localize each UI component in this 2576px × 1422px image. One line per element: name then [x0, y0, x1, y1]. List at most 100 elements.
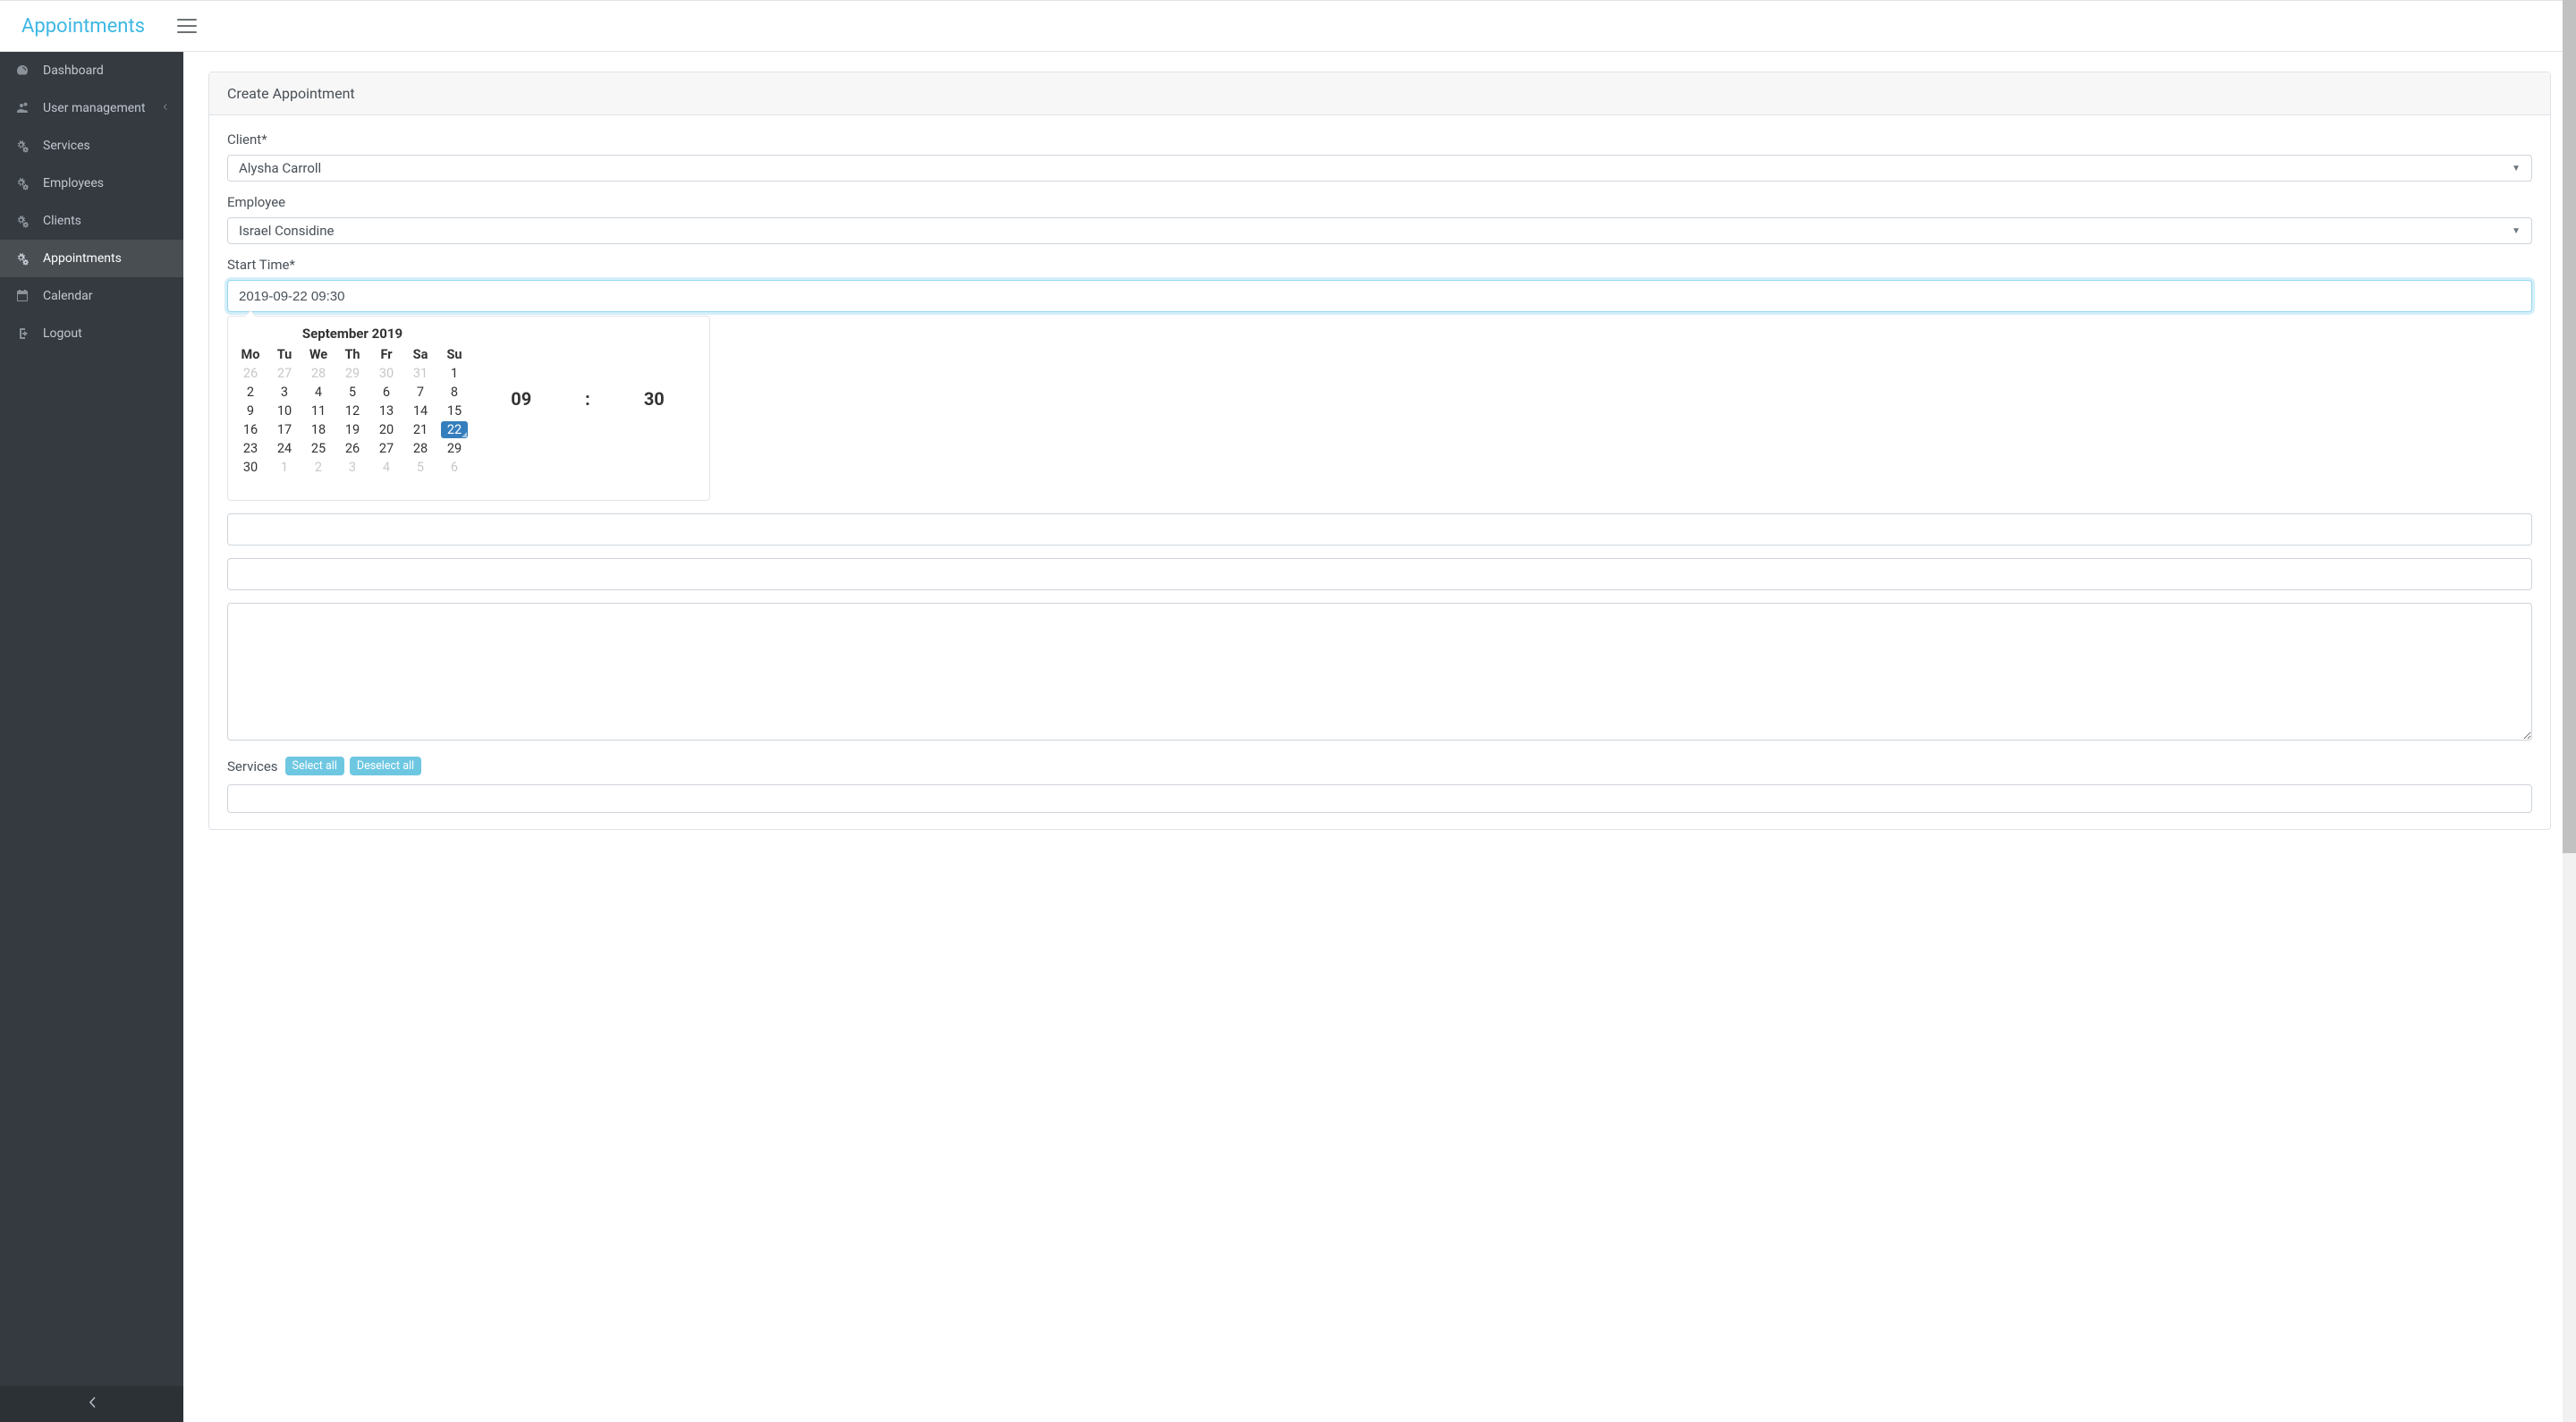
calendar-day[interactable]: 1	[437, 364, 471, 383]
calendar-day[interactable]: 1	[267, 458, 301, 477]
employee-label: Employee	[227, 194, 2532, 210]
sidebar-collapse[interactable]	[0, 1386, 183, 1422]
calendar-day[interactable]: 21	[403, 420, 437, 439]
calendar-day[interactable]: 16	[233, 420, 267, 439]
calendar-day[interactable]: 3	[267, 383, 301, 402]
calendar-dow: Su	[437, 345, 471, 364]
logout-icon	[14, 326, 30, 341]
datepicker-popover: September 2019 MoTuWeThFrSaSu 2627282930…	[227, 316, 710, 501]
start-time-input[interactable]	[227, 280, 2532, 312]
calendar-day[interactable]: 26	[335, 439, 369, 458]
calendar-day[interactable]: 5	[335, 383, 369, 402]
services-label: Services	[227, 758, 278, 774]
calendar-day[interactable]: 22	[437, 420, 471, 439]
sidebar-item-services[interactable]: Services	[0, 127, 183, 165]
sidebar-item-clients[interactable]: Clients	[0, 202, 183, 240]
select-all-button[interactable]: Select all	[285, 757, 344, 775]
start-time-label: Start Time*	[227, 257, 2532, 273]
client-select[interactable]: Alysha Carroll ▼	[227, 155, 2532, 182]
calendar-day[interactable]: 6	[369, 383, 403, 402]
calendar-day[interactable]: 5	[403, 458, 437, 477]
calendar-dow: Th	[335, 345, 369, 364]
calendar-day[interactable]: 23	[233, 439, 267, 458]
calendar-day[interactable]: 8	[437, 383, 471, 402]
calendar-day[interactable]: 26	[233, 364, 267, 383]
calendar-day[interactable]: 20	[369, 420, 403, 439]
client-value: Alysha Carroll	[239, 160, 321, 176]
calendar-day[interactable]: 11	[301, 402, 335, 420]
chevron-left-icon	[85, 1395, 99, 1409]
calendar-dow: Sa	[403, 345, 437, 364]
calendar-day[interactable]: 9	[233, 402, 267, 420]
employee-value: Israel Considine	[239, 223, 334, 239]
calendar-day[interactable]: 4	[369, 458, 403, 477]
calendar-day[interactable]: 15	[437, 402, 471, 420]
calendar-day[interactable]: 31	[403, 364, 437, 383]
calendar-day[interactable]: 24	[267, 439, 301, 458]
calendar-day[interactable]: 19	[335, 420, 369, 439]
calendar-day[interactable]: 27	[369, 439, 403, 458]
dropdown-arrow-icon: ▼	[2512, 164, 2521, 174]
calendar-day[interactable]: 28	[301, 364, 335, 383]
card: Create Appointment Client* Alysha Carrol…	[208, 72, 2551, 830]
client-label: Client*	[227, 131, 2532, 148]
scrollbar-thumb[interactable]	[2563, 0, 2576, 853]
calendar-day[interactable]: 27	[267, 364, 301, 383]
brand-link[interactable]: Appointments	[21, 15, 145, 38]
sidebar-item-label: Employees	[43, 176, 104, 190]
cogs-icon	[14, 176, 30, 190]
deselect-all-button[interactable]: Deselect all	[350, 757, 421, 775]
cogs-icon	[14, 251, 30, 266]
chevron-left-icon	[161, 103, 169, 114]
calendar-day[interactable]: 14	[403, 402, 437, 420]
form-input-1[interactable]	[227, 513, 2532, 546]
sidebar-item-user-management[interactable]: User management	[0, 89, 183, 127]
cogs-icon	[14, 214, 30, 228]
users-icon	[14, 101, 30, 115]
calendar-day[interactable]: 17	[267, 420, 301, 439]
hour-value[interactable]: 09	[511, 388, 531, 410]
minute-value[interactable]: 30	[644, 388, 665, 410]
calendar-icon	[14, 289, 30, 303]
calendar-day[interactable]: 3	[335, 458, 369, 477]
sidebar-item-calendar[interactable]: Calendar	[0, 277, 183, 315]
calendar-day[interactable]: 29	[437, 439, 471, 458]
employee-select[interactable]: Israel Considine ▼	[227, 217, 2532, 244]
calendar-day[interactable]: 7	[403, 383, 437, 402]
sidebar-item-label: Services	[43, 139, 90, 153]
time-separator: :	[585, 388, 590, 410]
calendar-day[interactable]: 4	[301, 383, 335, 402]
card-header: Create Appointment	[209, 72, 2550, 115]
form-textarea[interactable]	[227, 603, 2532, 741]
sidebar-item-logout[interactable]: Logout	[0, 315, 183, 352]
calendar-day[interactable]: 30	[233, 458, 267, 477]
calendar-day[interactable]: 13	[369, 402, 403, 420]
dashboard-icon	[14, 63, 30, 78]
sidebar-item-appointments[interactable]: Appointments	[0, 240, 183, 277]
sidebar-item-employees[interactable]: Employees	[0, 165, 183, 202]
sidebar-item-dashboard[interactable]: Dashboard	[0, 52, 183, 89]
calendar-month-title[interactable]: September 2019	[233, 326, 471, 342]
calendar-day[interactable]: 2	[301, 458, 335, 477]
calendar-day[interactable]: 28	[403, 439, 437, 458]
time-picker[interactable]: 09 : 30	[471, 320, 704, 477]
form-input-2[interactable]	[227, 558, 2532, 590]
sidebar-item-label: User management	[43, 101, 145, 115]
sidebar-item-label: Dashboard	[43, 63, 104, 78]
vertical-scrollbar[interactable]	[2563, 0, 2576, 1422]
services-multiselect[interactable]	[227, 784, 2532, 813]
calendar-dow: Mo	[233, 345, 267, 364]
calendar-day[interactable]: 2	[233, 383, 267, 402]
calendar-day[interactable]: 30	[369, 364, 403, 383]
sidebar-item-label: Logout	[43, 326, 82, 341]
calendar-day[interactable]: 12	[335, 402, 369, 420]
sidebar: Dashboard User management Services Employee…	[0, 52, 183, 1422]
calendar-day[interactable]: 18	[301, 420, 335, 439]
calendar-day[interactable]: 25	[301, 439, 335, 458]
calendar-day[interactable]: 10	[267, 402, 301, 420]
sidebar-item-label: Appointments	[43, 251, 122, 266]
hamburger-toggle[interactable]	[174, 15, 200, 37]
sidebar-item-label: Calendar	[43, 289, 93, 303]
calendar-day[interactable]: 6	[437, 458, 471, 477]
calendar-day[interactable]: 29	[335, 364, 369, 383]
